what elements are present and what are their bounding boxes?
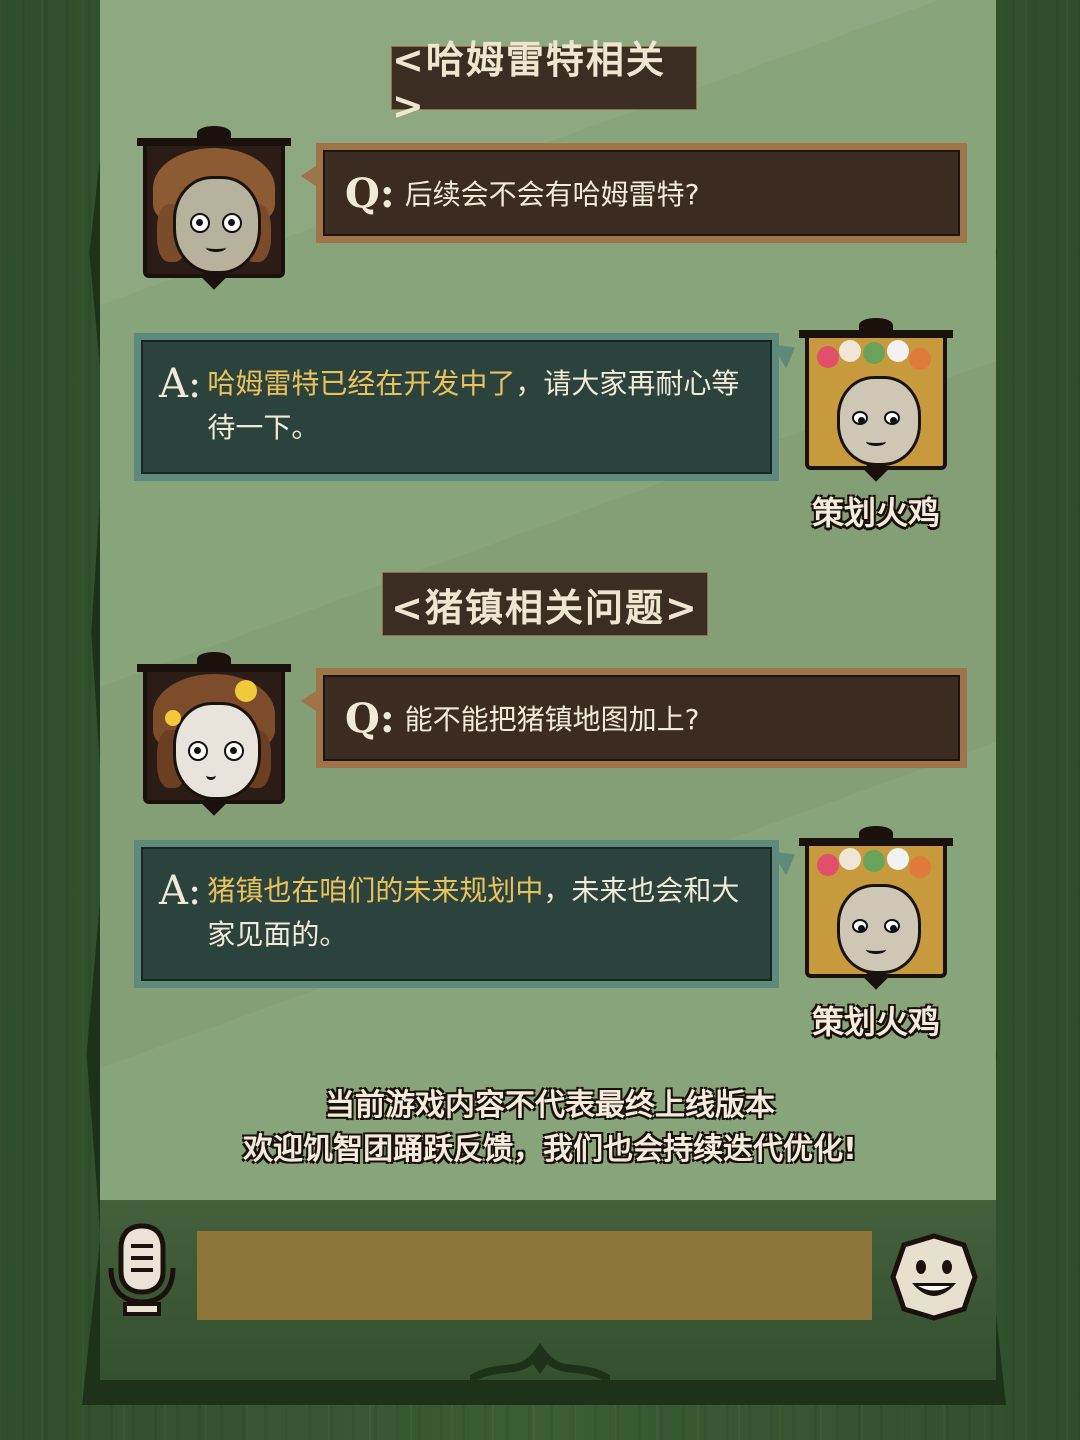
question-bubble-1: Q: 后续会不会有哈姆雷特? xyxy=(301,143,967,243)
answer-rest-line2: 待一下。 xyxy=(207,411,320,444)
footer-note-line1: 当前游戏内容不代表最终上线版本 xyxy=(325,1088,775,1123)
section-title-pig-town: <猪镇相关问题> xyxy=(382,572,708,636)
planner-name-2: 策划火鸡 xyxy=(811,1003,940,1041)
answer-highlight: 猪镇也在咱们的未来规划中 xyxy=(207,874,544,907)
answer-highlight: 哈姆雷特已经在开发中了 xyxy=(207,367,516,400)
asker-portrait-1 xyxy=(137,126,291,290)
smiley-face-icon[interactable] xyxy=(890,1233,978,1321)
chat-input-field[interactable] xyxy=(197,1231,872,1320)
planner-portrait-2 xyxy=(799,826,953,990)
question-label: Q: xyxy=(345,694,395,742)
answer-text: 哈姆雷特已经在开发中了，请大家再耐心等 待一下。 xyxy=(207,362,739,474)
section-title-hamlet: <哈姆雷特相关> xyxy=(391,38,697,128)
answer-label: A: xyxy=(159,868,202,914)
answer-label: A: xyxy=(159,361,202,407)
footer-note-line2: 欢迎饥智团踊跃反馈，我们也会持续迭代优化! xyxy=(243,1132,857,1167)
answer-rest-line1: ，未来也会和大 xyxy=(543,874,740,907)
question-text: 后续会不会有哈姆雷特? xyxy=(404,178,700,211)
question-bubble-2: Q: 能不能把猪镇地图加上? xyxy=(301,668,967,768)
answer-text: 猪镇也在咱们的未来规划中，未来也会和大 家见面的。 xyxy=(207,869,739,981)
question-label: Q: xyxy=(345,169,395,217)
vine-ornament-icon xyxy=(470,1342,610,1384)
answer-bubble-2: A: 猪镇也在咱们的未来规划中，未来也会和大 家见面的。 xyxy=(134,840,802,988)
planner-name-1: 策划火鸡 xyxy=(811,494,940,532)
question-text: 能不能把猪镇地图加上? xyxy=(404,703,700,736)
asker-portrait-2 xyxy=(137,652,291,816)
microphone-icon[interactable] xyxy=(107,1222,177,1318)
answer-bubble-1: A: 哈姆雷特已经在开发中了，请大家再耐心等 待一下。 xyxy=(134,333,802,481)
answer-rest-line1: ，请大家再耐心等 xyxy=(515,367,740,400)
planner-portrait-1 xyxy=(799,318,953,482)
answer-rest-line2: 家见面的。 xyxy=(207,918,348,951)
